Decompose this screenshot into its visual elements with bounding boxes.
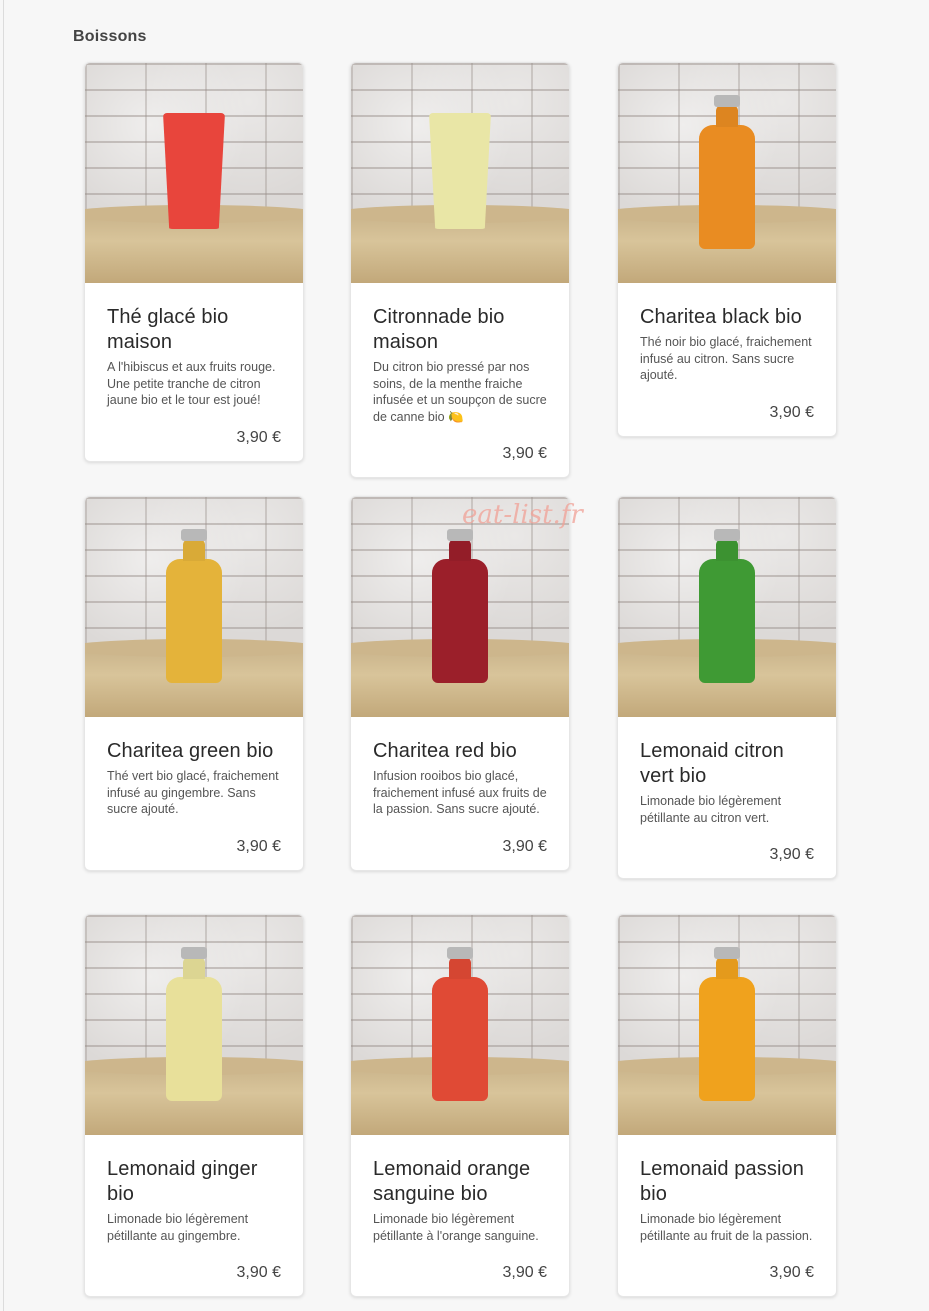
product-price: 3,90 € bbox=[769, 846, 814, 863]
product-card[interactable]: Charitea red bio Infusion rooibos bio gl… bbox=[350, 496, 570, 871]
product-name: Lemonaid citron vert bio bbox=[640, 740, 784, 787]
product-photo bbox=[351, 915, 569, 1135]
product-name: Charitea black bio bbox=[640, 306, 802, 328]
product-price: 3,90 € bbox=[769, 1264, 814, 1281]
product-description: Thé noir bio glacé, fraichement infusé a… bbox=[640, 335, 812, 382]
product-photo bbox=[85, 63, 303, 283]
product-name: Lemonaid orange sanguine bio bbox=[373, 1158, 531, 1205]
product-photo bbox=[351, 497, 569, 717]
product-card[interactable]: Lemonaid citron vert bio Limonade bio lé… bbox=[617, 496, 837, 879]
product-photo bbox=[618, 63, 836, 283]
product-description: Limonade bio légèrement pétillante au ci… bbox=[640, 794, 782, 825]
drink-bottle-image bbox=[699, 125, 755, 249]
product-description: Infusion rooibos bio glacé, fraichement … bbox=[373, 769, 547, 816]
section-title: Boissons bbox=[73, 28, 147, 45]
product-price: 3,90 € bbox=[236, 837, 281, 855]
product-card[interactable]: Citronnade bio maison Du citron bio pres… bbox=[350, 62, 570, 478]
product-photo bbox=[618, 915, 836, 1135]
product-description: A l'hibiscus et aux fruits rouge. Une pe… bbox=[107, 360, 276, 407]
product-description: Limonade bio légèrement pétillante au fr… bbox=[640, 1212, 813, 1243]
drink-cup-image bbox=[429, 113, 491, 229]
product-card[interactable]: Lemonaid orange sanguine bio Limonade bi… bbox=[350, 914, 570, 1297]
left-border bbox=[3, 0, 4, 1311]
product-card[interactable]: Charitea black bio Thé noir bio glacé, f… bbox=[617, 62, 837, 437]
product-card[interactable]: Thé glacé bio maison A l'hibiscus et aux… bbox=[84, 62, 304, 462]
product-description: Thé vert bio glacé, fraichement infusé a… bbox=[107, 769, 279, 816]
product-card[interactable]: Charitea green bio Thé vert bio glacé, f… bbox=[84, 496, 304, 871]
product-price: 3,90 € bbox=[502, 445, 547, 462]
product-price: 3,90 € bbox=[502, 1264, 547, 1281]
drink-bottle-image bbox=[699, 559, 755, 683]
product-card[interactable]: Lemonaid passion bio Limonade bio légère… bbox=[617, 914, 837, 1297]
drink-cup-image bbox=[163, 113, 225, 229]
product-name: Lemonaid ginger bio bbox=[107, 1158, 258, 1205]
drink-bottle-image bbox=[699, 977, 755, 1101]
product-price: 3,90 € bbox=[236, 428, 281, 446]
product-description: Limonade bio légèrement pétillante au gi… bbox=[107, 1212, 249, 1243]
product-photo bbox=[618, 497, 836, 717]
product-name: Lemonaid passion bio bbox=[640, 1158, 804, 1205]
product-name: Charitea green bio bbox=[107, 740, 274, 762]
product-name: Charitea red bio bbox=[373, 740, 517, 762]
drink-bottle-image bbox=[432, 977, 488, 1101]
drink-bottle-image bbox=[432, 559, 488, 683]
product-price: 3,90 € bbox=[769, 403, 814, 421]
product-photo bbox=[351, 63, 569, 283]
drink-bottle-image bbox=[166, 977, 222, 1101]
product-photo bbox=[85, 497, 303, 717]
drink-bottle-image bbox=[166, 559, 222, 683]
product-description: Limonade bio légèrement pétillante à l'o… bbox=[373, 1212, 539, 1243]
product-photo bbox=[85, 915, 303, 1135]
product-price: 3,90 € bbox=[502, 837, 547, 855]
watermark: eat-list.fr bbox=[462, 500, 583, 530]
product-name: Thé glacé bio maison bbox=[107, 306, 229, 353]
product-name: Citronnade bio maison bbox=[373, 306, 505, 353]
product-price: 3,90 € bbox=[236, 1264, 281, 1281]
product-card[interactable]: Lemonaid ginger bio Limonade bio légèrem… bbox=[84, 914, 304, 1297]
product-description: Du citron bio pressé par nos soins, de l… bbox=[373, 360, 547, 424]
